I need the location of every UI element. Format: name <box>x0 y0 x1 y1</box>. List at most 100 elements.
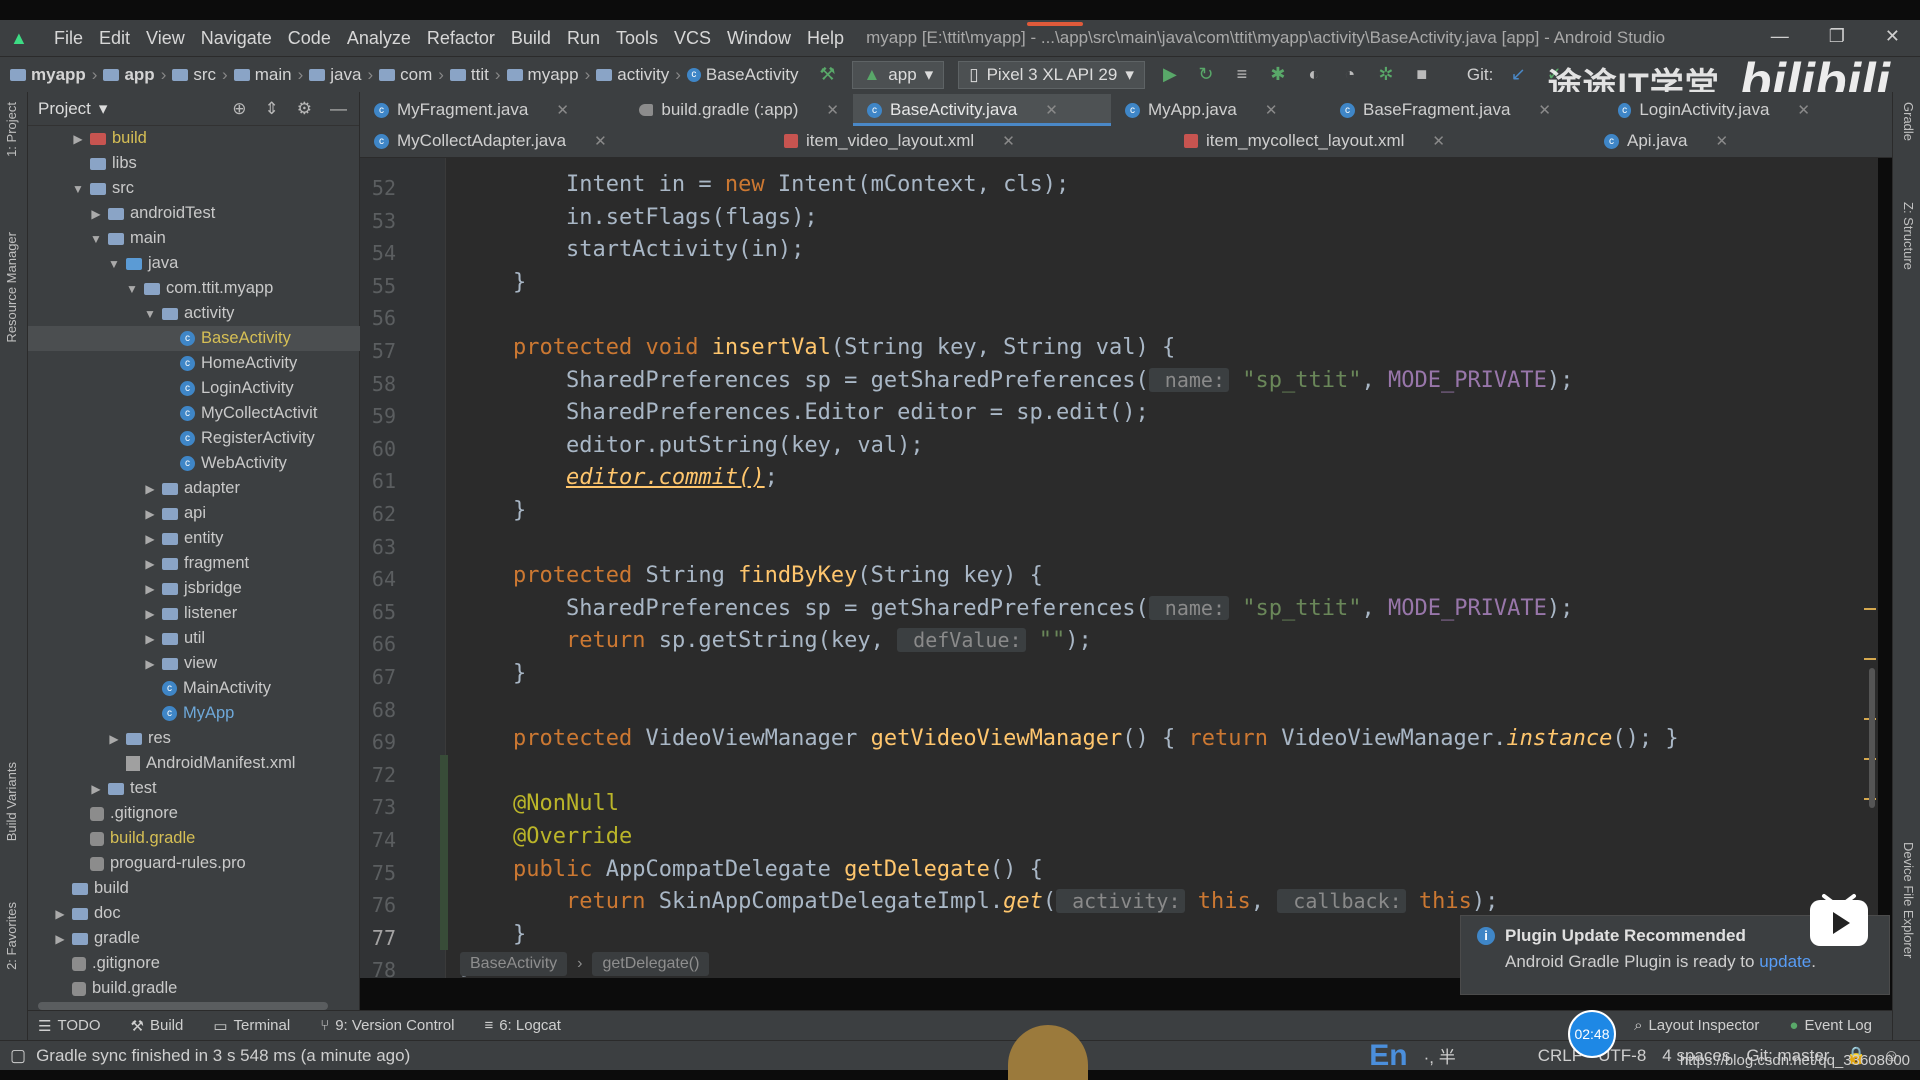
code-line[interactable]: return sp.getString(key, defValue: ""); <box>460 628 1092 653</box>
favorites-tool-button[interactable]: 2: Favorites <box>4 902 24 970</box>
crumb-module[interactable]: app <box>124 65 154 85</box>
tree-item[interactable]: ▶ adapter <box>28 476 360 501</box>
crumb-com[interactable]: com <box>400 65 432 85</box>
line-number[interactable]: 74 <box>360 828 396 852</box>
tree-item[interactable]: ▶ fragment <box>28 551 360 576</box>
build-tool-button[interactable]: ⚒ Build <box>131 1017 184 1035</box>
tree-item[interactable]: ▶ res <box>28 726 360 751</box>
chevron-down-icon[interactable]: ▼ <box>88 232 104 246</box>
tree-item[interactable]: .gitignore <box>28 951 360 976</box>
line-number[interactable]: 66 <box>360 632 396 656</box>
editor-tab[interactable]: c BaseActivity.java ✕ <box>853 94 1111 126</box>
code-line[interactable]: protected void insertVal(String key, Str… <box>460 335 1175 360</box>
chevron-right-icon[interactable]: ▶ <box>88 782 104 796</box>
code-line[interactable]: startActivity(in); <box>460 237 804 262</box>
close-tab-icon[interactable]: ✕ <box>1265 101 1278 119</box>
menu-analyze[interactable]: Analyze <box>339 28 419 49</box>
project-view-select[interactable]: Project <box>38 99 91 119</box>
menu-navigate[interactable]: Navigate <box>193 28 280 49</box>
line-number[interactable]: 56 <box>360 306 396 330</box>
line-number[interactable]: 73 <box>360 795 396 819</box>
video-play-icon[interactable] <box>1806 888 1872 954</box>
profile-icon[interactable]: ◔ <box>1339 64 1361 85</box>
line-number[interactable]: 68 <box>360 698 396 722</box>
code-line[interactable]: } <box>460 661 526 686</box>
close-tab-icon[interactable]: ✕ <box>1715 132 1728 150</box>
tree-item[interactable]: c LoginActivity <box>28 376 360 401</box>
line-number[interactable]: 52 <box>360 176 396 200</box>
code-line[interactable]: protected String findByKey(String key) { <box>460 563 1043 588</box>
debug-icon[interactable]: ✱ <box>1267 64 1289 85</box>
chevron-right-icon[interactable]: ▶ <box>142 657 158 671</box>
tree-item[interactable]: ▼ com.ttit.myapp <box>28 276 360 301</box>
chevron-right-icon[interactable]: ▶ <box>106 732 122 746</box>
editor-tab[interactable]: item_mycollect_layout.xml ✕ <box>1170 125 1590 157</box>
status-message[interactable]: Gradle sync finished in 3 s 548 ms (a mi… <box>36 1046 410 1066</box>
tree-item[interactable]: build <box>28 876 360 901</box>
line-number[interactable]: 61 <box>360 469 396 493</box>
tree-item[interactable]: ▶ jsbridge <box>28 576 360 601</box>
resource-manager-tool-button[interactable]: Resource Manager <box>4 232 24 343</box>
close-tab-icon[interactable]: ✕ <box>594 132 607 150</box>
tree-item[interactable]: c MyCollectActivit <box>28 401 360 426</box>
editor-tab[interactable]: item_video_layout.xml ✕ <box>770 125 1170 157</box>
chevron-right-icon[interactable]: ▶ <box>70 132 86 146</box>
structure-tool-button[interactable]: Z: Structure <box>1896 202 1916 270</box>
status-toggle-icon[interactable]: ▢ <box>10 1046 26 1066</box>
logcat-tool-button[interactable]: ≡ 6: Logcat <box>484 1017 560 1034</box>
tree-item[interactable]: c BaseActivity <box>28 326 360 351</box>
tree-item[interactable]: ▼ activity <box>28 301 360 326</box>
line-number[interactable]: 64 <box>360 567 396 591</box>
close-tab-icon[interactable]: ✕ <box>1797 101 1810 119</box>
attach-debugger-icon[interactable]: ✲ <box>1375 64 1397 85</box>
tree-item[interactable]: c RegisterActivity <box>28 426 360 451</box>
line-number[interactable]: 58 <box>360 372 396 396</box>
code-line[interactable]: editor.putString(key, val); <box>460 433 924 458</box>
breadcrumb-class[interactable]: BaseActivity <box>460 952 568 976</box>
code-line[interactable]: in.setFlags(flags); <box>460 205 818 230</box>
ime-indicator[interactable]: En <box>1369 1039 1407 1073</box>
run-config-select[interactable]: ▲ app ▾ <box>852 60 945 89</box>
tree-item[interactable]: ▼ src <box>28 176 360 201</box>
tree-item[interactable]: c MyApp <box>28 701 360 726</box>
line-number[interactable]: 78 <box>360 958 396 978</box>
close-tab-icon[interactable]: ✕ <box>826 101 839 119</box>
tree-item[interactable]: ▶ util <box>28 626 360 651</box>
crumb-myapp[interactable]: myapp <box>528 65 579 85</box>
todo-tool-button[interactable]: ☰ TODO <box>38 1017 101 1035</box>
line-number[interactable]: 60 <box>360 437 396 461</box>
menu-build[interactable]: Build <box>503 28 559 49</box>
tree-item[interactable]: ▶ androidTest <box>28 201 360 226</box>
chevron-right-icon[interactable]: ▶ <box>142 607 158 621</box>
vcs-change-marker[interactable] <box>440 754 448 951</box>
menu-file[interactable]: File <box>46 28 91 49</box>
locate-icon[interactable]: ⊕ <box>232 99 246 119</box>
code-line[interactable]: SharedPreferences.Editor editor = sp.edi… <box>460 400 1149 425</box>
menu-view[interactable]: View <box>138 28 193 49</box>
code-line[interactable]: return SkinAppCompatDelegateImpl.get( ac… <box>460 889 1498 914</box>
tree-item[interactable]: ▶ build <box>28 126 360 151</box>
editor-tab[interactable]: c MyCollectAdapter.java ✕ <box>360 125 770 157</box>
project-tool-button[interactable]: 1: Project <box>4 102 24 157</box>
breadcrumb-method[interactable]: getDelegate() <box>592 952 710 976</box>
build-variants-tool-button[interactable]: Build Variants <box>4 762 24 841</box>
crumb-src[interactable]: src <box>193 65 216 85</box>
tree-item[interactable]: ▶ listener <box>28 601 360 626</box>
close-tab-icon[interactable]: ✕ <box>1538 101 1551 119</box>
line-number[interactable]: 54 <box>360 241 396 265</box>
code-line[interactable]: @Override <box>460 824 632 849</box>
chevron-down-icon[interactable]: ▼ <box>142 307 158 321</box>
menu-help[interactable]: Help <box>799 28 852 49</box>
apply-changes-icon[interactable]: ↻ <box>1195 64 1217 85</box>
chevron-right-icon[interactable]: ▶ <box>142 557 158 571</box>
tree-item[interactable]: ▼ main <box>28 226 360 251</box>
editor-tab[interactable]: c LoginActivity.java ✕ <box>1604 94 1824 126</box>
menu-run[interactable]: Run <box>559 28 608 49</box>
chevron-down-icon[interactable]: ▼ <box>70 182 86 196</box>
line-number[interactable]: 77 <box>360 926 396 950</box>
code-line[interactable]: Intent in = new Intent(mContext, cls); <box>460 172 1069 197</box>
close-tab-icon[interactable]: ✕ <box>1045 101 1058 119</box>
code-line[interactable]: } <box>460 270 526 295</box>
chevron-right-icon[interactable]: ▶ <box>142 582 158 596</box>
git-update-icon[interactable]: ↙ <box>1507 64 1529 85</box>
